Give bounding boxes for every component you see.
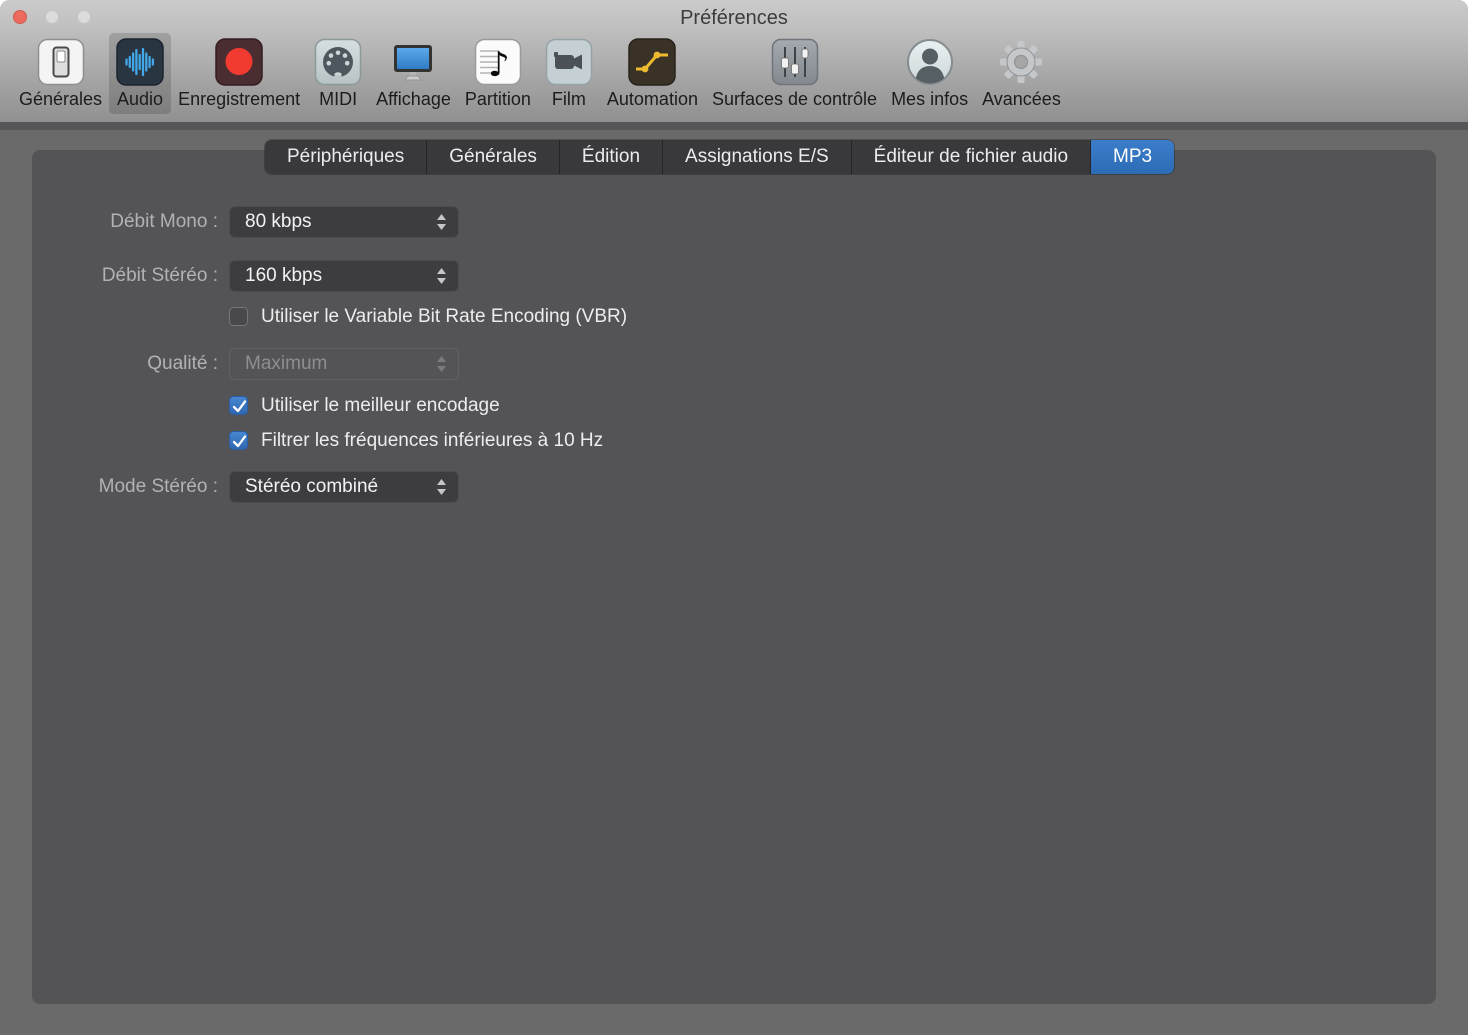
tab-peripheriques[interactable]: Périphériques: [265, 140, 427, 174]
debit-stereo-label: Débit Stéréo :: [32, 260, 218, 292]
mode-stereo-select[interactable]: Stéréo combiné: [229, 471, 459, 503]
display-icon: [389, 38, 437, 86]
gear-icon: [997, 38, 1045, 86]
record-icon: [215, 38, 263, 86]
debit-stereo-value: 160 kbps: [245, 261, 322, 291]
toolbar-item-audio[interactable]: Audio: [109, 33, 171, 114]
mp3-settings-panel: Débit Mono : 80 kbps Débit Stéréo : 160 …: [32, 150, 1436, 1004]
toolbar-item-enregistrement[interactable]: Enregistrement: [171, 33, 307, 114]
chevron-up-down-icon: [436, 267, 447, 285]
tab-assignations-es[interactable]: Assignations E/S: [663, 140, 852, 174]
window-title: Préférences: [0, 7, 1468, 30]
midi-connector-icon: [314, 38, 362, 86]
debit-stereo-select[interactable]: 160 kbps: [229, 260, 459, 292]
best-encoding-checkbox[interactable]: [229, 396, 248, 415]
checkmark-icon: [230, 397, 249, 416]
chevron-up-down-icon: [436, 213, 447, 231]
toolbar-item-generales[interactable]: Générales: [12, 33, 109, 114]
switch-icon: [37, 38, 85, 86]
user-icon: [906, 38, 954, 86]
debit-mono-value: 80 kbps: [245, 207, 312, 237]
music-note-icon: ♪: [474, 38, 522, 86]
automation-curve-icon: [628, 38, 676, 86]
debit-mono-select[interactable]: 80 kbps: [229, 206, 459, 238]
tab-editeur-fichier-audio[interactable]: Éditeur de fichier audio: [852, 140, 1091, 174]
toolbar-item-mes-infos[interactable]: Mes infos: [884, 33, 975, 114]
video-camera-icon: [545, 38, 593, 86]
toolbar-item-label: Enregistrement: [178, 89, 300, 110]
toolbar-item-label: Audio: [117, 89, 163, 110]
chevron-up-down-icon: [436, 355, 447, 373]
mode-stereo-label: Mode Stéréo :: [32, 471, 218, 503]
qualite-label: Qualité :: [32, 348, 218, 380]
toolbar-item-affichage[interactable]: Affichage: [369, 33, 458, 114]
chevron-up-down-icon: [436, 478, 447, 496]
toolbar-item-label: Avancées: [982, 89, 1061, 110]
preferences-window: Préférences Générales: [0, 0, 1468, 1035]
svg-text:♪: ♪: [488, 45, 510, 85]
tab-generales[interactable]: Générales: [427, 140, 560, 174]
best-encoding-label: Utiliser le meilleur encodage: [261, 396, 500, 416]
preferences-tab-bar: Périphériques Générales Édition Assignat…: [265, 140, 1174, 174]
toolbar-item-avancees[interactable]: Avancées: [975, 33, 1068, 114]
mode-stereo-value: Stéréo combiné: [245, 472, 378, 502]
debit-mono-label: Débit Mono :: [32, 206, 218, 238]
toolbar-item-label: Surfaces de contrôle: [712, 89, 877, 110]
tab-edition[interactable]: Édition: [560, 140, 663, 174]
qualite-select: Maximum: [229, 348, 459, 380]
checkmark-icon: [230, 432, 249, 451]
toolbar-item-automation[interactable]: Automation: [600, 33, 705, 114]
vbr-checkbox[interactable]: [229, 307, 248, 326]
toolbar-item-label: Affichage: [376, 89, 451, 110]
tab-mp3[interactable]: MP3: [1091, 140, 1174, 174]
toolbar-item-label: Générales: [19, 89, 102, 110]
toolbar-item-label: Partition: [465, 89, 531, 110]
toolbar-item-label: MIDI: [319, 89, 357, 110]
toolbar-item-surfaces-de-controle[interactable]: Surfaces de contrôle: [705, 33, 884, 114]
audio-waveform-icon: [116, 38, 164, 86]
low-freq-filter-checkbox[interactable]: [229, 431, 248, 450]
vbr-checkbox-label: Utiliser le Variable Bit Rate Encoding (…: [261, 307, 627, 327]
toolbar-item-label: Film: [552, 89, 586, 110]
toolbar-item-film[interactable]: Film: [538, 33, 600, 114]
toolbar-item-partition[interactable]: ♪ Partition: [458, 33, 538, 114]
mixer-sliders-icon: [771, 38, 819, 86]
toolbar-item-midi[interactable]: MIDI: [307, 33, 369, 114]
toolbar-item-label: Automation: [607, 89, 698, 110]
titlebar-toolbar: Préférences Générales: [0, 0, 1468, 130]
low-freq-filter-label: Filtrer les fréquences inférieures à 10 …: [261, 431, 603, 451]
preferences-toolbar: Générales: [12, 33, 1068, 114]
toolbar-item-label: Mes infos: [891, 89, 968, 110]
qualite-value: Maximum: [245, 349, 327, 379]
